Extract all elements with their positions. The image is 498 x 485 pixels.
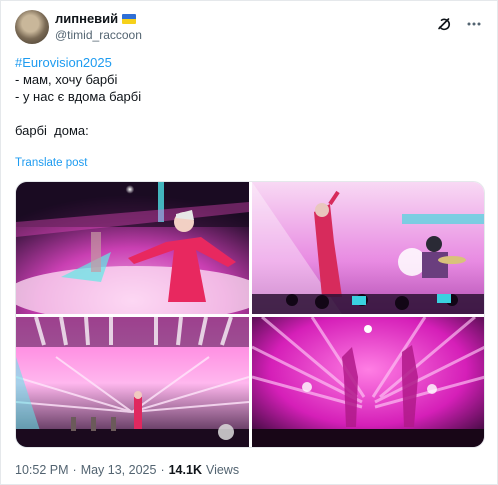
media-grid [15,181,485,448]
views-count: 14.1K [168,463,202,477]
author-handle[interactable]: @timid_raccoon [55,27,142,43]
tweet-header: липневий @timid_raccoon [15,9,483,45]
media-image-3[interactable] [16,317,249,447]
translate-post-link[interactable]: Translate post [15,157,87,169]
avatar[interactable] [15,10,49,44]
author-name-row: липневий [55,11,142,27]
header-actions [435,15,483,33]
hashtag-link[interactable]: #Eurovision2025 [15,54,141,71]
display-name[interactable]: липневий [55,11,118,27]
meta-separator: · [72,463,77,477]
tweet-metadata: 10:52 PM · May 13, 2025 · 14.1K Views [15,463,239,477]
media-image-1[interactable] [16,182,249,314]
media-image-4[interactable] [252,317,484,447]
post-date[interactable]: May 13, 2025 [81,463,157,477]
views-label: Views [205,463,240,477]
tweet-line-1: - мам, хочу барбі [15,72,118,87]
more-icon[interactable] [465,15,483,33]
tweet-card: липневий @timid_raccoon #Eurovision2025 … [0,0,498,485]
grok-icon[interactable] [435,15,453,33]
tweet-line-2: - у нас є вдома барбі [15,89,142,104]
tweet-line-3 [15,105,141,122]
post-time[interactable]: 10:52 PM [15,463,69,477]
media-image-2[interactable] [252,182,484,314]
ukraine-flag-icon [122,14,137,24]
meta-separator: · [160,463,165,477]
tweet-text: #Eurovision2025 - мам, хочу барбі - у на… [15,54,141,139]
tweet-line-4: барбі дома: [15,123,89,138]
author-block: липневий @timid_raccoon [55,11,142,43]
